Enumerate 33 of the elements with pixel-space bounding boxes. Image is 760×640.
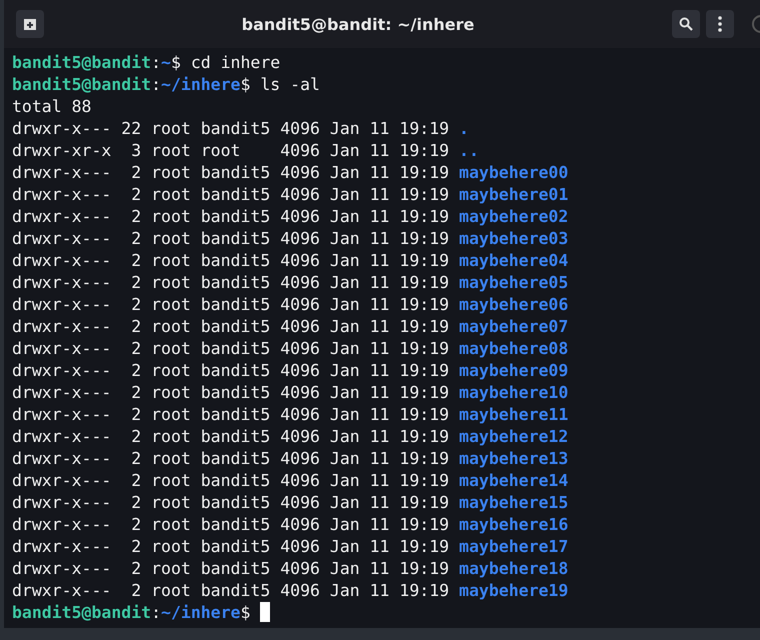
- listing-line: drwxr-x--- 2 root bandit5 4096 Jan 11 19:19 maybehere04: [12, 250, 568, 272]
- listing-line: drwxr-x--- 2 root bandit5 4096 Jan 11 19:19 maybehere19: [12, 580, 568, 602]
- menu-button[interactable]: [706, 10, 734, 38]
- listing-line: drwxr-x--- 2 root bandit5 4096 Jan 11 19:19 maybehere07: [12, 316, 568, 338]
- prompt-line: bandit5@bandit:~/inhere$ ls -al: [12, 74, 320, 96]
- listing-line: drwxr-x--- 2 root bandit5 4096 Jan 11 19:19 maybehere09: [12, 360, 568, 382]
- listing-line: drwxr-x--- 2 root bandit5 4096 Jan 11 19:19 maybehere00: [12, 162, 568, 184]
- menu-icon: [718, 16, 722, 32]
- listing-line: drwxr-x--- 2 root bandit5 4096 Jan 11 19:19 maybehere11: [12, 404, 568, 426]
- listing-line: drwxr-x--- 2 root bandit5 4096 Jan 11 19:19 maybehere05: [12, 272, 568, 294]
- window-title: bandit5@bandit: ~/inhere: [240, 14, 476, 34]
- listing-line: drwxr-x--- 2 root bandit5 4096 Jan 11 19:19 maybehere17: [12, 536, 568, 558]
- search-button[interactable]: [672, 10, 700, 38]
- listing-line: drwxr-x--- 2 root bandit5 4096 Jan 11 19:19 maybehere15: [12, 492, 568, 514]
- prompt-line: bandit5@bandit:~$ cd inhere: [12, 52, 280, 74]
- listing-line: drwxr-x--- 2 root bandit5 4096 Jan 11 19:19 maybehere08: [12, 338, 568, 360]
- prompt-line: bandit5@bandit:~/inhere$: [12, 602, 270, 624]
- listing-line: drwxr-x--- 2 root bandit5 4096 Jan 11 19:19 maybehere18: [12, 558, 568, 580]
- listing-line: drwxr-x--- 2 root bandit5 4096 Jan 11 19:19 maybehere10: [12, 382, 568, 404]
- listing-line: drwxr-x--- 2 root bandit5 4096 Jan 11 19:19 maybehere14: [12, 470, 568, 492]
- listing-line: drwxr-x--- 2 root bandit5 4096 Jan 11 19:19 maybehere16: [12, 514, 568, 536]
- listing-line: drwxr-x--- 2 root bandit5 4096 Jan 11 19:19 maybehere03: [12, 228, 568, 250]
- listing-line: drwxr-xr-x 3 root root 4096 Jan 11 19:19 ..: [12, 140, 479, 162]
- search-icon: [679, 17, 693, 31]
- listing-line: drwxr-x--- 2 root bandit5 4096 Jan 11 19:19 maybehere01: [12, 184, 568, 206]
- listing-line: drwxr-x--- 22 root bandit5 4096 Jan 11 19:19 .: [12, 118, 469, 140]
- listing-line: drwxr-x--- 2 root bandit5 4096 Jan 11 19:19 maybehere13: [12, 448, 568, 470]
- listing-line: drwxr-x--- 2 root bandit5 4096 Jan 11 19:19 maybehere12: [12, 426, 568, 448]
- output-line: total 88: [12, 96, 92, 118]
- new-tab-button[interactable]: [16, 10, 44, 38]
- new-tab-icon: [23, 17, 37, 31]
- listing-line: drwxr-x--- 2 root bandit5 4096 Jan 11 19:19 maybehere02: [12, 206, 568, 228]
- listing-line: drwxr-x--- 2 root bandit5 4096 Jan 11 19:19 maybehere06: [12, 294, 568, 316]
